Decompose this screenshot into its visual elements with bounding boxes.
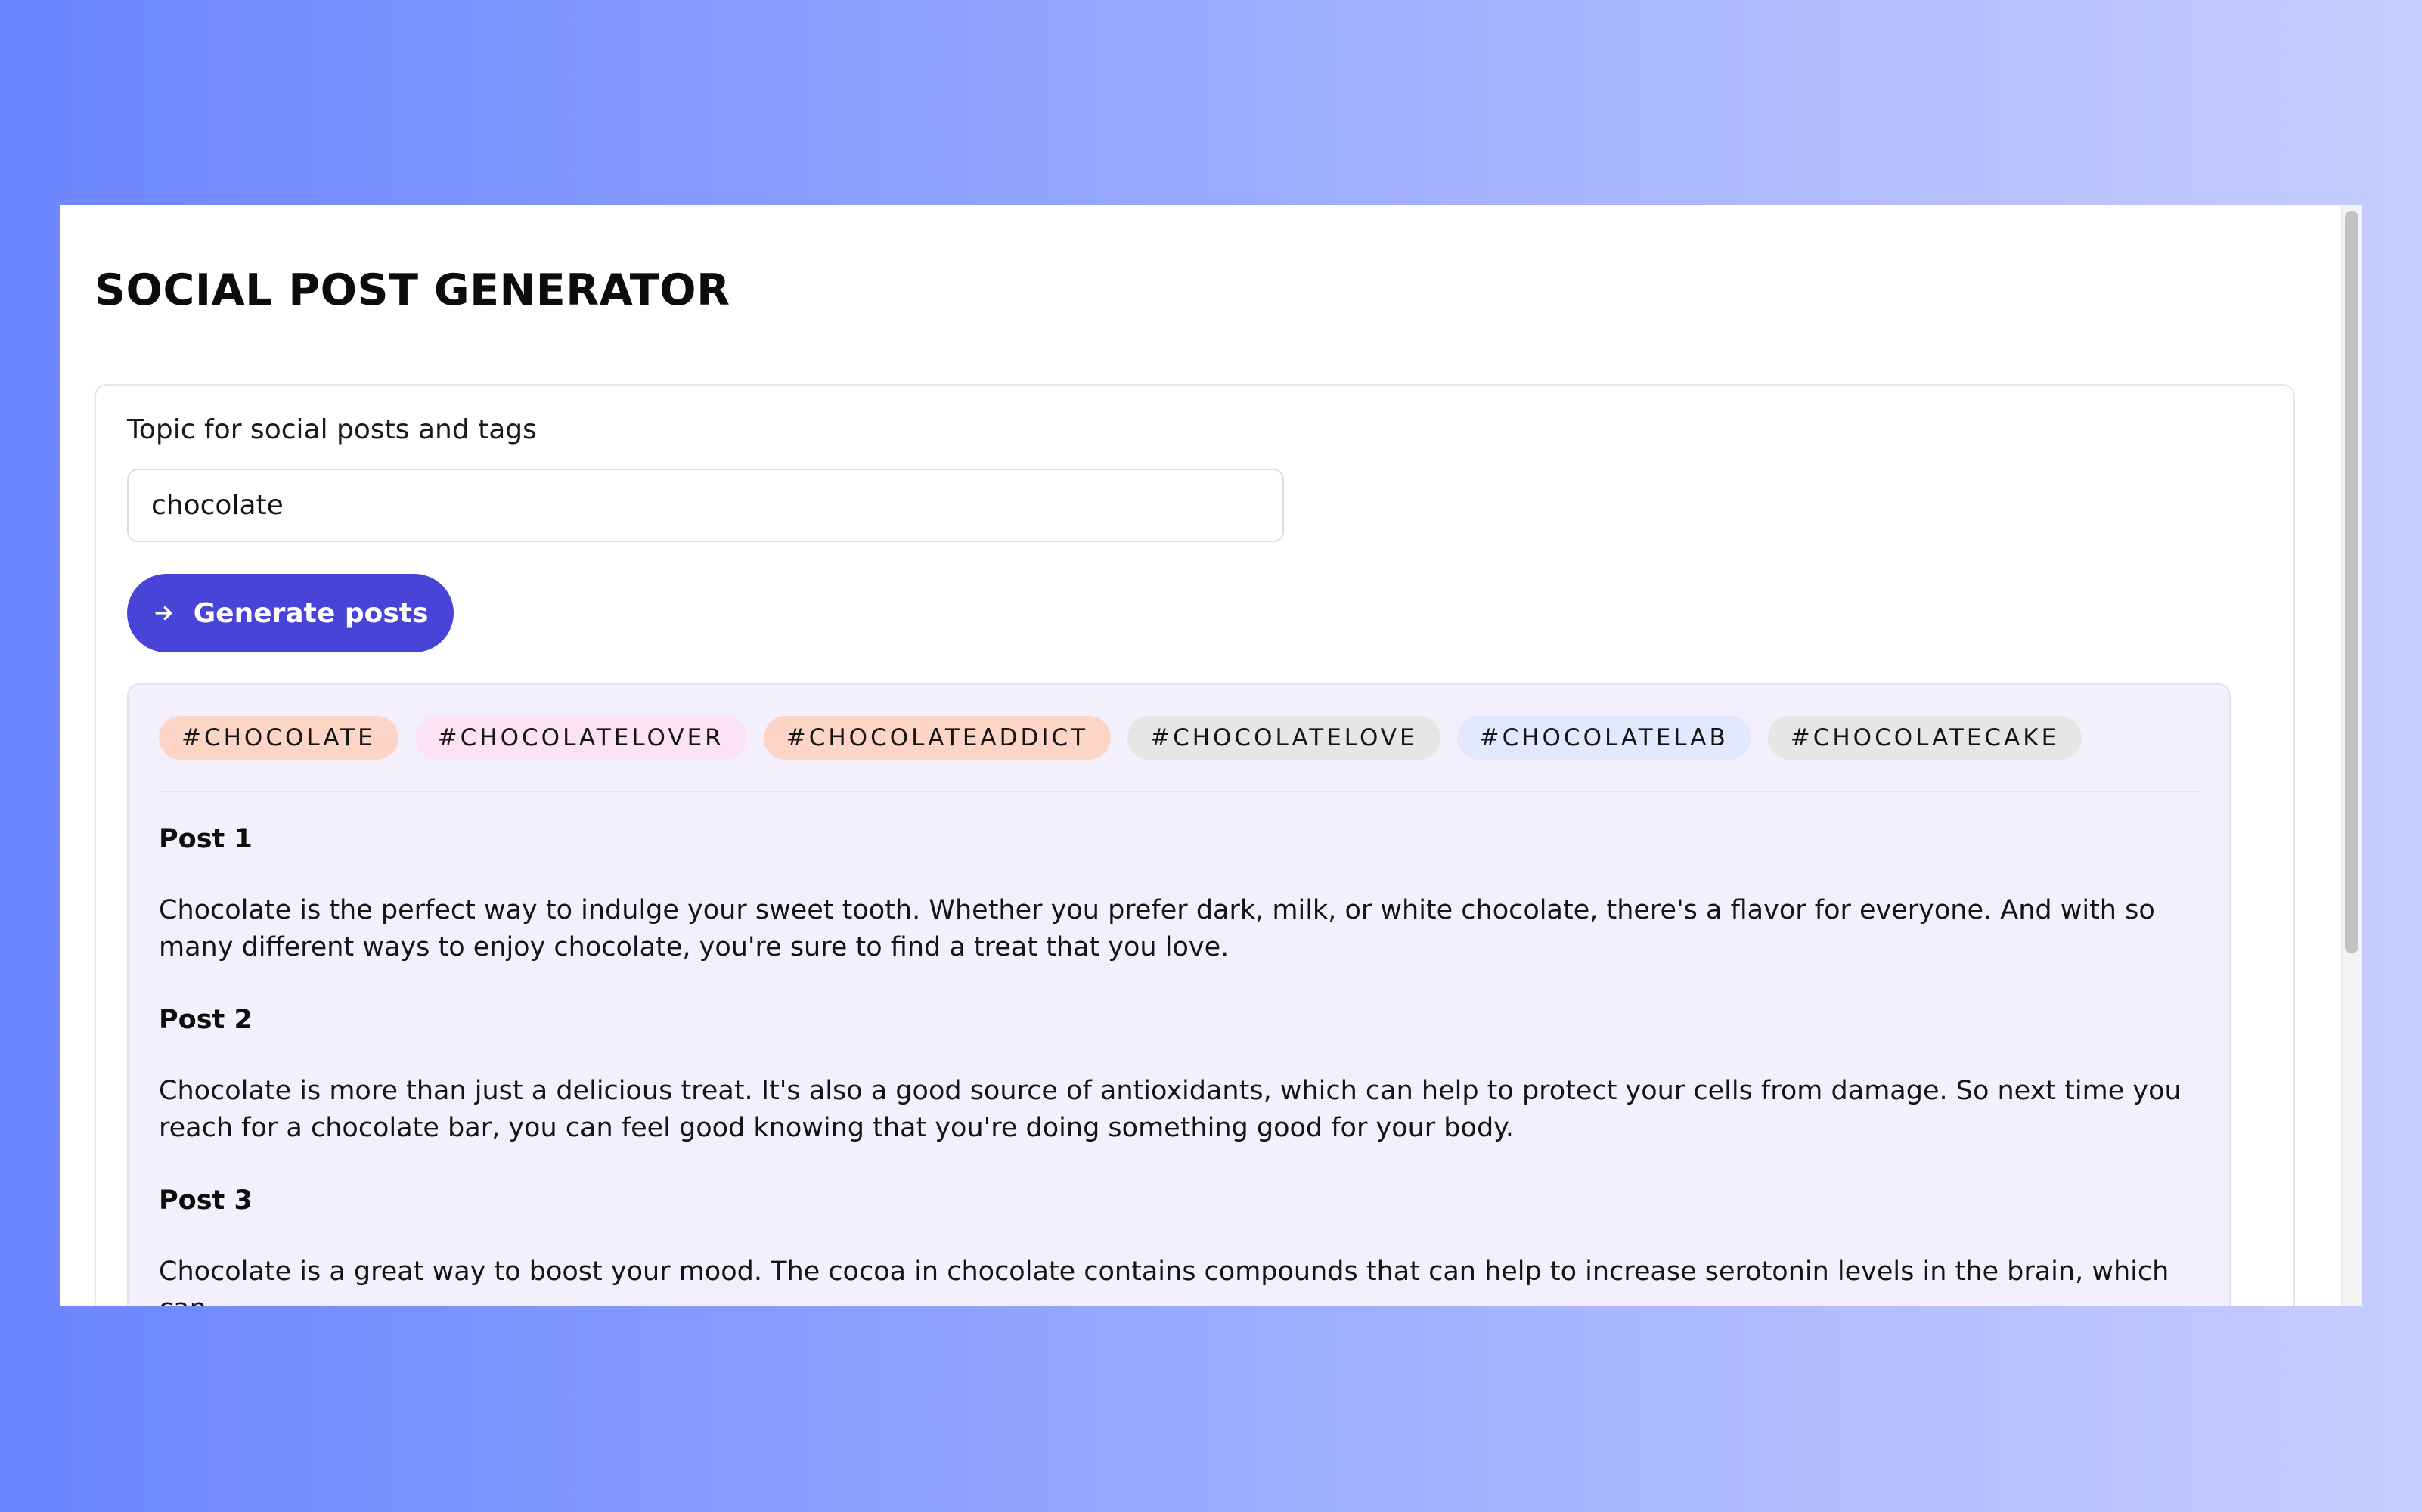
scrollbar-thumb[interactable]	[2345, 211, 2358, 953]
post-heading: Post 1	[159, 824, 253, 854]
post-body: Chocolate is the perfect way to indulge …	[159, 895, 2155, 962]
scrollbar[interactable]	[2341, 205, 2362, 1306]
tag-chip[interactable]: #CHOCOLATELAB	[1456, 716, 1751, 760]
tag-chip[interactable]: #CHOCOLATELOVER	[414, 716, 747, 760]
tag-chip[interactable]: #CHOCOLATECAKE	[1767, 716, 2082, 760]
page-title: SOCIAL POST GENERATOR	[95, 265, 730, 315]
divider	[159, 791, 2199, 792]
generate-posts-label: Generate posts	[193, 597, 429, 629]
post-body: Chocolate is more than just a delicious …	[159, 1076, 2182, 1143]
post-heading: Post 2	[159, 1005, 253, 1035]
generator-card: Topic for social posts and tags Generate…	[95, 384, 2295, 1306]
topic-label: Topic for social posts and tags	[127, 414, 537, 445]
results-panel: #CHOCOLATE #CHOCOLATELOVER #CHOCOLATEADD…	[127, 683, 2231, 1306]
app-window: SOCIAL POST GENERATOR Topic for social p…	[60, 205, 2362, 1306]
tag-chip[interactable]: #CHOCOLATELOVE	[1127, 716, 1440, 760]
generate-posts-button[interactable]: Generate posts	[127, 574, 454, 652]
tag-chip[interactable]: #CHOCOLATE	[159, 716, 398, 760]
posts-list: Post 1 Chocolate is the perfect way to i…	[159, 821, 2200, 1306]
tag-chip[interactable]: #CHOCOLATEADDICT	[763, 716, 1112, 760]
topic-input[interactable]	[127, 469, 1284, 542]
tags-list: #CHOCOLATE #CHOCOLATELOVER #CHOCOLATEADD…	[159, 716, 2082, 760]
post-heading: Post 3	[159, 1185, 253, 1216]
arrow-right-icon	[154, 606, 172, 621]
post-body: Chocolate is a great way to boost your m…	[159, 1256, 2169, 1306]
